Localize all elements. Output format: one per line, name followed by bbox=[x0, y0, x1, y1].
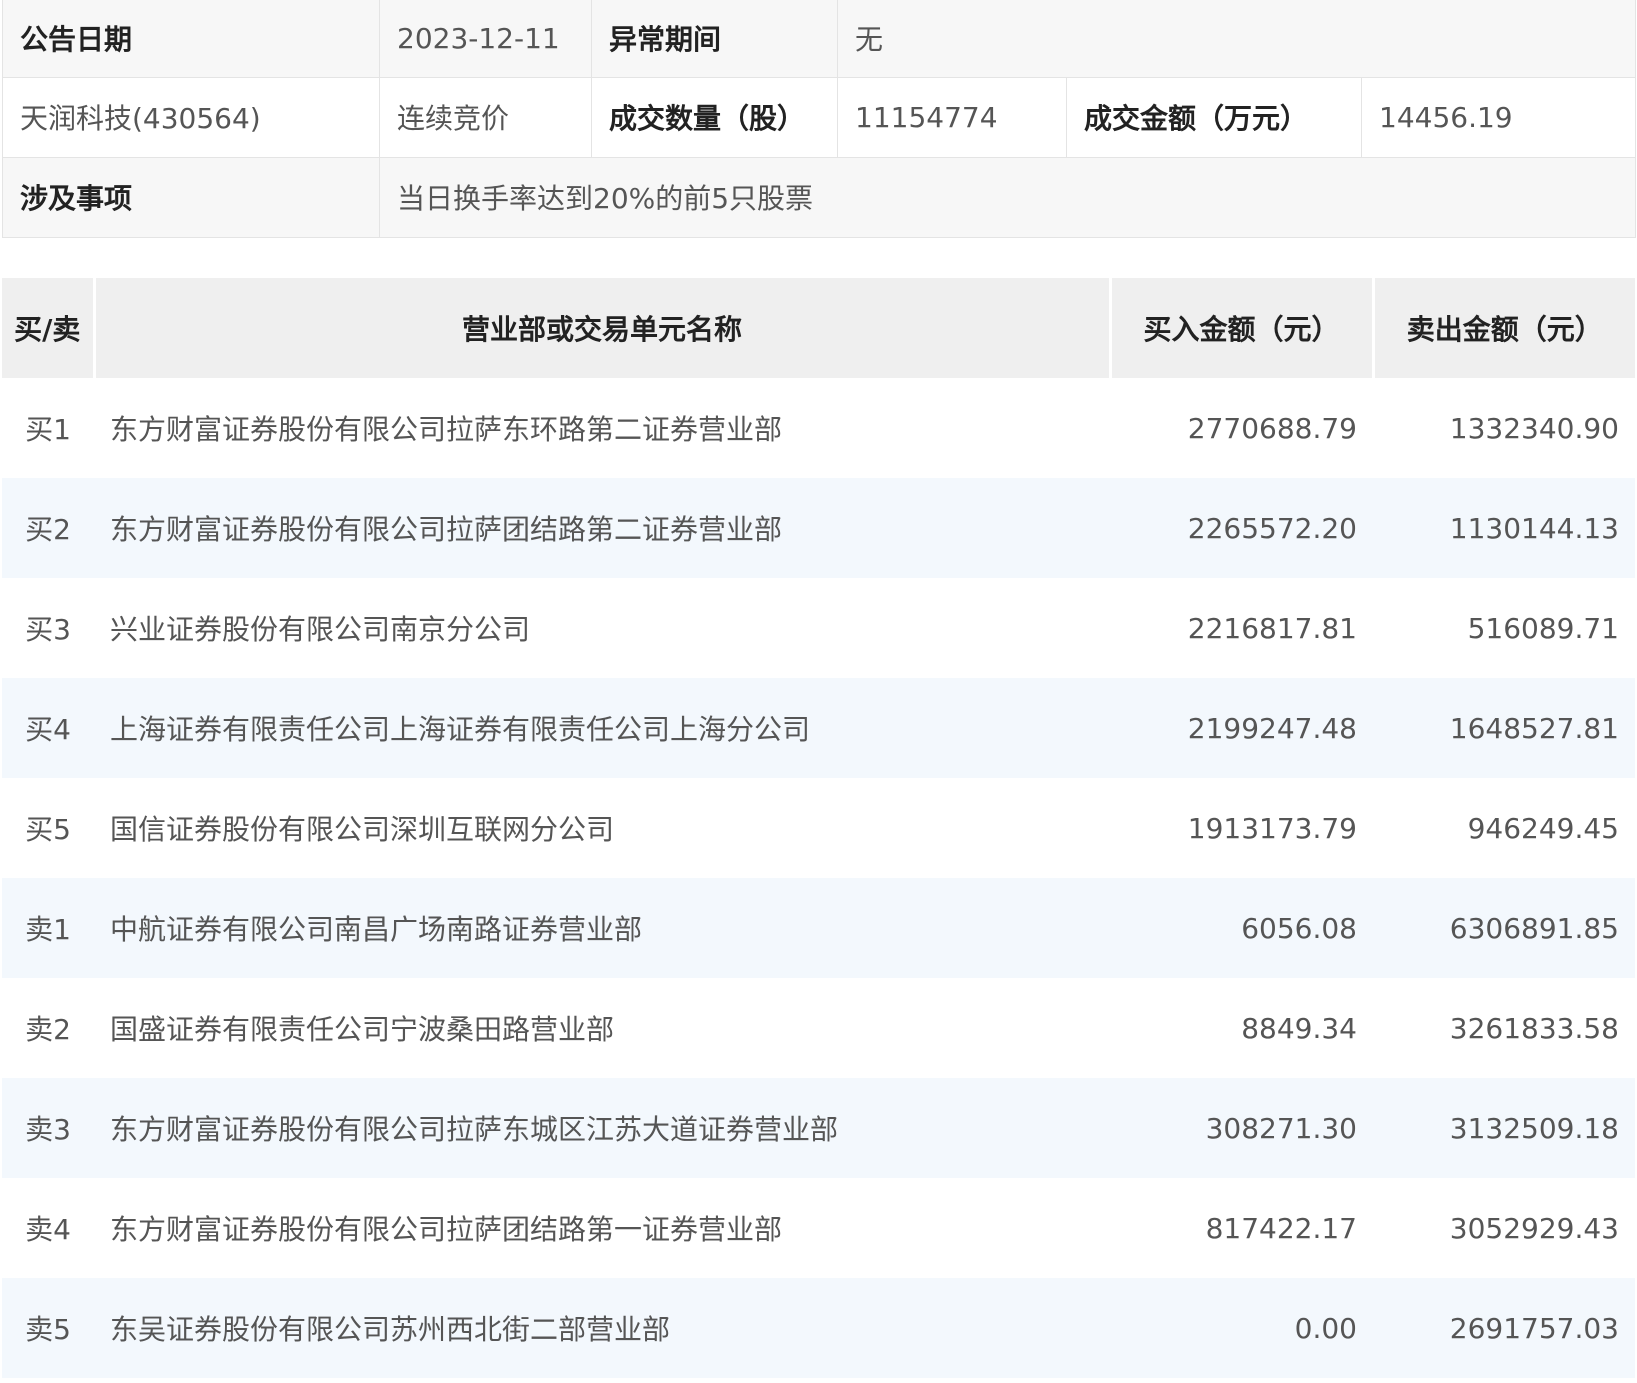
table-row: 买3 兴业证券股份有限公司南京分公司 2216817.81 516089.71 bbox=[2, 578, 1635, 678]
buy-amount-cell: 2265572.20 bbox=[1110, 478, 1373, 578]
branch-name-cell: 上海证券有限责任公司上海证券有限责任公司上海分公司 bbox=[94, 678, 1110, 778]
side-cell: 卖1 bbox=[2, 878, 94, 978]
abnormal-period-value: 无 bbox=[836, 0, 1637, 78]
branch-name-cell: 东方财富证券股份有限公司拉萨东城区江苏大道证券营业部 bbox=[94, 1078, 1110, 1178]
volume-value: 11154774 bbox=[837, 76, 1067, 158]
column-header-buy: 买入金额（元） bbox=[1108, 278, 1373, 378]
sell-amount-cell: 1332340.90 bbox=[1449, 411, 1619, 445]
buy-amount-cell: 817422.17 bbox=[1205, 1211, 1357, 1245]
sell-amount-cell: 1648527.81 bbox=[1373, 678, 1635, 778]
announce-date-label: 公告日期 bbox=[2, 0, 380, 78]
table-row: 买5 国信证券股份有限公司深圳互联网分公司 1913173.79 946249.… bbox=[2, 778, 1635, 878]
buy-amount-cell: 308271.30 bbox=[1110, 1078, 1373, 1178]
info-row-matter: 涉及事项 当日换手率达到20%的前5只股票 bbox=[2, 156, 1637, 238]
side-cell: 买2 bbox=[2, 478, 94, 578]
buy-amount-cell: 8849.34 bbox=[1241, 1011, 1357, 1045]
sell-amount-cell: 946249.45 bbox=[1467, 811, 1619, 845]
sell-amount-cell: 2691757.03 bbox=[1373, 1278, 1635, 1378]
branch-name-cell: 中航证券有限公司南昌广场南路证券营业部 bbox=[94, 878, 1110, 978]
branch-name-cell: 东方财富证券股份有限公司拉萨东环路第二证券营业部 bbox=[110, 413, 783, 446]
side-cell: 买5 bbox=[25, 813, 71, 846]
branch-name-cell: 东方财富证券股份有限公司拉萨团结路第二证券营业部 bbox=[94, 478, 1110, 578]
announcement-info-table: 公告日期 2023-12-11 异常期间 无 天润科技(430564) 连续竞价… bbox=[2, 0, 1637, 238]
side-cell: 卖5 bbox=[2, 1278, 94, 1378]
branch-name-cell: 国盛证券有限责任公司宁波桑田路营业部 bbox=[110, 1013, 615, 1046]
abnormal-period-label: 异常期间 bbox=[591, 0, 838, 78]
sell-amount-cell: 6306891.85 bbox=[1373, 878, 1635, 978]
table-row: 卖5 东吴证券股份有限公司苏州西北街二部营业部 0.00 2691757.03 bbox=[2, 1278, 1635, 1378]
table-row: 卖4 东方财富证券股份有限公司拉萨团结路第一证券营业部 817422.17 30… bbox=[2, 1178, 1635, 1278]
column-header-side: 买/卖 bbox=[2, 278, 94, 378]
stock-name-code: 天润科技(430564) bbox=[2, 76, 380, 158]
table-row: 卖1 中航证券有限公司南昌广场南路证券营业部 6056.08 6306891.8… bbox=[2, 878, 1635, 978]
side-cell: 卖3 bbox=[2, 1078, 94, 1178]
side-cell: 买3 bbox=[25, 613, 71, 646]
detail-header-row: 买/卖 营业部或交易单元名称 买入金额（元） 卖出金额（元） bbox=[2, 278, 1635, 378]
branch-name-cell: 东吴证券股份有限公司苏州西北街二部营业部 bbox=[94, 1278, 1110, 1378]
sell-amount-cell: 3052929.43 bbox=[1449, 1211, 1619, 1245]
column-header-sell: 卖出金额（元） bbox=[1371, 278, 1635, 378]
buy-amount-cell: 6056.08 bbox=[1110, 878, 1373, 978]
announce-date-value: 2023-12-11 bbox=[379, 0, 592, 78]
table-row: 买4 上海证券有限责任公司上海证券有限责任公司上海分公司 2199247.48 … bbox=[2, 678, 1635, 778]
trade-mode-value: 连续竞价 bbox=[379, 76, 592, 158]
buy-amount-cell: 1913173.79 bbox=[1187, 811, 1357, 845]
buy-amount-cell: 0.00 bbox=[1110, 1278, 1373, 1378]
buy-amount-cell: 2770688.79 bbox=[1187, 411, 1357, 445]
volume-label: 成交数量（股） bbox=[591, 76, 838, 158]
table-row: 买2 东方财富证券股份有限公司拉萨团结路第二证券营业部 2265572.20 1… bbox=[2, 478, 1635, 578]
branch-name-cell: 国信证券股份有限公司深圳互联网分公司 bbox=[110, 813, 615, 846]
info-row-trade: 天润科技(430564) 连续竞价 成交数量（股） 11154774 成交金额（… bbox=[2, 76, 1637, 158]
table-row: 卖3 东方财富证券股份有限公司拉萨东城区江苏大道证券营业部 308271.30 … bbox=[2, 1078, 1635, 1178]
sell-amount-cell: 3132509.18 bbox=[1373, 1078, 1635, 1178]
side-cell: 卖2 bbox=[25, 1013, 71, 1046]
table-row: 卖2 国盛证券有限责任公司宁波桑田路营业部 8849.34 3261833.58 bbox=[2, 978, 1635, 1078]
trading-detail-table: 买/卖 营业部或交易单元名称 买入金额（元） 卖出金额（元） 买1 东方财富证券… bbox=[2, 278, 1635, 1378]
matter-value: 当日换手率达到20%的前5只股票 bbox=[378, 156, 1637, 238]
side-cell: 买4 bbox=[2, 678, 94, 778]
table-row: 买1 东方财富证券股份有限公司拉萨东环路第二证券营业部 2770688.79 1… bbox=[2, 378, 1635, 478]
info-row-date: 公告日期 2023-12-11 异常期间 无 bbox=[2, 0, 1637, 78]
branch-name-cell: 东方财富证券股份有限公司拉萨团结路第一证券营业部 bbox=[110, 1213, 783, 1246]
side-cell: 卖4 bbox=[25, 1213, 71, 1246]
branch-name-cell: 兴业证券股份有限公司南京分公司 bbox=[110, 613, 531, 646]
sell-amount-cell: 3261833.58 bbox=[1449, 1011, 1619, 1045]
amount-value: 14456.19 bbox=[1360, 76, 1637, 158]
amount-label: 成交金额（万元） bbox=[1066, 76, 1362, 158]
column-header-name: 营业部或交易单元名称 bbox=[92, 278, 1110, 378]
matter-label: 涉及事项 bbox=[2, 156, 380, 238]
buy-amount-cell: 2199247.48 bbox=[1110, 678, 1373, 778]
sell-amount-cell: 516089.71 bbox=[1467, 611, 1619, 645]
side-cell: 买1 bbox=[25, 413, 71, 446]
sell-amount-cell: 1130144.13 bbox=[1373, 478, 1635, 578]
buy-amount-cell: 2216817.81 bbox=[1187, 611, 1357, 645]
